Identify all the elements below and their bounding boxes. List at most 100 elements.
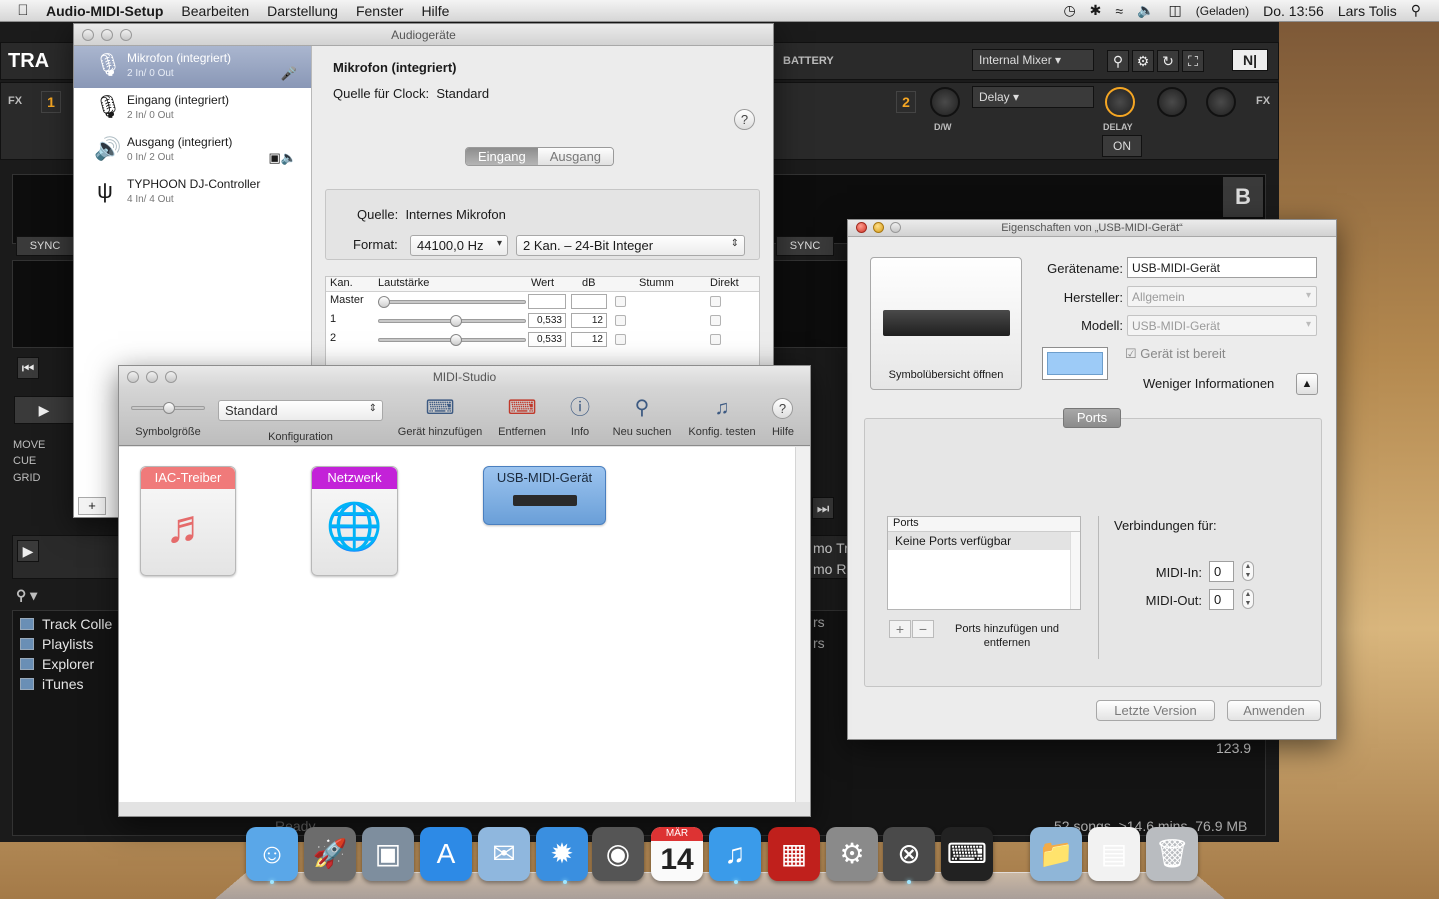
direct-checkbox[interactable] — [710, 334, 721, 345]
help-toolbar-button[interactable]: ? Hilfe — [765, 394, 801, 438]
close-button[interactable] — [127, 371, 139, 383]
finder-icon[interactable]: ☺ — [246, 827, 298, 881]
document-stack-icon[interactable]: ▤ — [1088, 827, 1140, 881]
gear-icon[interactable]: ⚙ — [1132, 50, 1154, 72]
fx-select[interactable]: Delay ▾ — [972, 86, 1094, 108]
mute-checkbox[interactable] — [615, 334, 626, 345]
minimize-button[interactable] — [146, 371, 158, 383]
midi-device-iac[interactable]: IAC-Treiber ♬ — [140, 466, 236, 576]
value-field[interactable]: 0,533 — [528, 332, 566, 347]
midi-device-network[interactable]: Netzwerk 🌐 — [311, 466, 398, 576]
system-preferences-icon[interactable]: ⚙ — [826, 827, 878, 881]
safari-icon[interactable]: ✹ — [536, 827, 588, 881]
menu-clock[interactable]: Do. 13:56 — [1263, 3, 1324, 19]
bit-depth-select[interactable]: 2 Kan. – 24-Bit Integer ⇕ — [516, 235, 745, 256]
zoom-button[interactable] — [120, 29, 132, 41]
disclosure-up-icon[interactable]: ▲ — [1296, 373, 1318, 395]
time-machine-icon[interactable]: ◷ — [1063, 2, 1075, 19]
midi-out-stepper[interactable]: ▲ ▼ — [1242, 589, 1254, 609]
fx-knob-3[interactable] — [1206, 87, 1236, 117]
browser-item-track-collection[interactable]: Track Colle — [20, 616, 112, 632]
value-field[interactable]: 0,533 — [528, 313, 566, 328]
volume-slider-knob[interactable] — [378, 296, 390, 308]
apple-icon[interactable]:  — [0, 2, 46, 19]
browser-item-explorer[interactable]: Explorer — [20, 656, 94, 672]
volume-slider-knob[interactable] — [450, 315, 463, 327]
wifi-icon[interactable]: ≈ — [1115, 3, 1123, 19]
loop-icon[interactable]: ↻ — [1157, 50, 1179, 72]
midi-canvas-scrollbar[interactable] — [795, 447, 810, 802]
device-mikrofon[interactable]: 🎙 Mikrofon (integriert) 2 In/ 0 Out 🎤 — [74, 46, 311, 88]
remove-port-button[interactable]: − — [912, 620, 934, 638]
traktor-icon[interactable]: ⊗ — [883, 827, 935, 881]
midi-in-field[interactable]: 0 — [1209, 561, 1234, 582]
icon-size-slider[interactable]: Symbolgröße — [127, 394, 209, 438]
remove-toolbar-button[interactable]: ⌨ Entfernen — [494, 394, 550, 438]
menu-bearbeiten[interactable]: Bearbeiten — [172, 3, 258, 19]
photo-booth-icon[interactable]: ▦ — [768, 827, 820, 881]
app-store-icon[interactable]: A — [420, 827, 472, 881]
direct-checkbox[interactable] — [710, 296, 721, 307]
menu-darstellung[interactable]: Darstellung — [258, 3, 347, 19]
tab-ports[interactable]: Ports — [1063, 408, 1121, 428]
sync-right-button[interactable]: SYNC — [776, 236, 834, 256]
volume-slider-knob[interactable] — [450, 334, 463, 346]
itunes-icon[interactable]: ♫ — [709, 827, 761, 881]
spotlight-icon[interactable]: ⚲ — [1411, 2, 1421, 19]
add-device-toolbar-button[interactable]: ⌨ Gerät hinzufügen — [392, 394, 488, 438]
tab-ausgang[interactable]: Ausgang — [537, 148, 614, 165]
mixer-select[interactable]: Internal Mixer ▾ — [972, 49, 1094, 71]
menu-fenster[interactable]: Fenster — [347, 3, 412, 19]
midi-in-stepper[interactable]: ▲ ▼ — [1242, 561, 1254, 581]
close-button[interactable] — [82, 29, 94, 41]
device-ready-checkbox[interactable]: ☑ Gerät ist bereit — [1125, 346, 1226, 362]
db-field[interactable] — [571, 294, 607, 309]
device-ausgang[interactable]: 🔊 Ausgang (integriert) 0 In/ 2 Out ▣🔈 — [74, 130, 311, 172]
device-name-field[interactable]: USB-MIDI-Gerät — [1127, 257, 1317, 278]
trash-icon[interactable]: 🗑 — [1146, 827, 1198, 881]
sample-rate-select[interactable]: 44100,0 Hz ▾ — [410, 235, 508, 256]
piano-icon[interactable]: ⌨ — [941, 827, 993, 881]
db-field[interactable]: 12 — [571, 332, 607, 347]
battery-icon[interactable]: ◫ — [1169, 2, 1182, 19]
open-icon-browser-button[interactable]: Symbolübersicht öffnen — [870, 257, 1022, 390]
rescan-toolbar-button[interactable]: ⚲ Neu suchen — [609, 394, 675, 438]
zoom-button[interactable] — [165, 371, 177, 383]
preview-play-icon[interactable]: ▶ — [17, 540, 39, 562]
skip-back-icon[interactable]: ⏮ — [17, 357, 39, 379]
facetime-icon[interactable]: ◉ — [592, 827, 644, 881]
fx-unit-2[interactable]: 2 — [896, 91, 916, 113]
calendar-icon[interactable]: MÄR 14 — [651, 827, 703, 881]
launchpad-icon[interactable]: 🚀 — [304, 827, 356, 881]
fx-knob-2[interactable] — [1157, 87, 1187, 117]
device-eingang[interactable]: 🎙 Eingang (integriert) 2 In/ 0 Out — [74, 88, 311, 130]
search-icon[interactable]: ⚲ — [1107, 50, 1129, 72]
maker-select[interactable]: Allgemein ▾ — [1127, 286, 1317, 307]
preview-icon[interactable]: ▣ — [362, 827, 414, 881]
db-field[interactable]: 12 — [571, 313, 607, 328]
browser-item-playlists[interactable]: Playlists — [20, 636, 93, 652]
model-select[interactable]: USB-MIDI-Gerät ▾ — [1127, 315, 1317, 336]
minimize-button[interactable] — [873, 222, 884, 233]
volume-slider-track[interactable] — [378, 300, 526, 304]
mute-checkbox[interactable] — [615, 315, 626, 326]
menu-app[interactable]: Audio-MIDI-Setup — [46, 3, 172, 19]
device-typhoon[interactable]: ψ TYPHOON DJ-Controller 4 In/ 4 Out — [74, 172, 311, 214]
midi-out-field[interactable]: 0 — [1209, 589, 1234, 610]
bluetooth-icon[interactable]: ✱ — [1090, 2, 1102, 19]
zoom-button[interactable] — [890, 222, 901, 233]
ports-empty-row[interactable]: Keine Ports verfügbar — [888, 532, 1080, 550]
add-port-button[interactable]: + — [889, 620, 911, 638]
add-device-button[interactable]: + — [78, 497, 106, 515]
info-toolbar-button[interactable]: ⓘ Info — [561, 394, 599, 438]
play-icon[interactable]: ▶ — [14, 396, 74, 424]
volume-icon[interactable]: 🔈 — [1137, 2, 1154, 19]
menu-user[interactable]: Lars Tolis — [1338, 3, 1397, 19]
apply-button[interactable]: Anwenden — [1227, 700, 1321, 721]
dw-knob[interactable] — [930, 87, 960, 117]
delay-knob[interactable] — [1105, 87, 1135, 117]
menu-hilfe[interactable]: Hilfe — [412, 3, 458, 19]
revert-button[interactable]: Letzte Version — [1096, 700, 1215, 721]
color-well[interactable] — [1042, 347, 1108, 380]
on-button[interactable]: ON — [1102, 135, 1142, 157]
